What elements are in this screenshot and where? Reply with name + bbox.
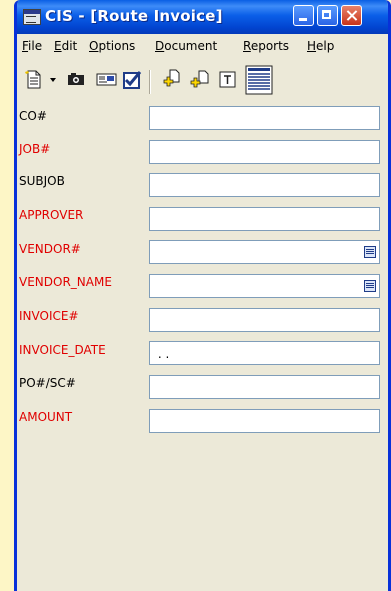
menu-document-accel: D	[155, 39, 165, 53]
menu-reports-accel: R	[243, 39, 251, 53]
menu-help-label: elp	[316, 39, 335, 53]
menu-help[interactable]: Help	[307, 39, 334, 53]
vendor-name-lookup-icon[interactable]	[364, 280, 376, 292]
menu-bar: File Edit Options Document Reports Help	[17, 34, 388, 58]
co-field[interactable]	[149, 106, 380, 130]
menu-edit-label: dit	[61, 39, 78, 53]
maximize-button[interactable]	[317, 5, 338, 26]
invoice-date-label: INVOICE_DATE	[19, 343, 106, 357]
menu-options[interactable]: Options	[89, 39, 135, 53]
po-sc-label: PO#/SC#	[19, 376, 76, 390]
vendor-name-field[interactable]	[149, 274, 380, 298]
subjob-field[interactable]	[149, 173, 380, 197]
amount-field[interactable]	[149, 409, 380, 433]
menu-file-label: ile	[28, 39, 43, 53]
toolbar	[17, 60, 388, 104]
new-document-icon[interactable]	[23, 68, 45, 90]
minimize-button[interactable]	[293, 5, 314, 26]
menu-help-accel: H	[307, 39, 317, 53]
amount-label: AMOUNT	[19, 410, 73, 424]
invoice-date-field[interactable]: . .	[149, 341, 380, 365]
menu-edit[interactable]: Edit	[54, 39, 77, 53]
co-label: CO#	[19, 109, 47, 123]
approver-field[interactable]	[149, 207, 380, 231]
app-window-icon[interactable]	[23, 9, 41, 25]
invoice-number-label: INVOICE#	[19, 309, 79, 323]
job-field[interactable]	[149, 140, 380, 164]
toolbar-separator	[149, 70, 151, 94]
approver-label: APPROVER	[19, 208, 84, 222]
add-document-icon[interactable]	[161, 68, 183, 90]
menu-reports[interactable]: Reports	[243, 39, 289, 53]
menu-options-label: ptions	[98, 39, 136, 53]
subjob-label: SUBJOB	[19, 174, 65, 188]
vendor-name-label: VENDOR_NAME	[19, 275, 112, 289]
dropdown-arrow-icon[interactable]	[47, 68, 59, 90]
text-icon[interactable]	[217, 68, 239, 90]
route-invoice-window: CIS - [Route Invoice] File Edit Options …	[14, 0, 391, 591]
menu-document-label: ocument	[164, 39, 218, 53]
invoice-number-field[interactable]	[149, 308, 380, 332]
list-view-icon[interactable]	[245, 65, 273, 95]
window-title: CIS - [Route Invoice]	[45, 7, 223, 25]
vendor-number-field[interactable]	[149, 240, 380, 264]
menu-reports-label: eports	[250, 39, 290, 53]
menu-file[interactable]: File	[22, 39, 42, 53]
vendor-number-lookup-icon[interactable]	[364, 246, 376, 258]
add-page-icon[interactable]	[189, 68, 211, 90]
menu-document[interactable]: Document	[155, 39, 217, 53]
title-bar[interactable]: CIS - [Route Invoice]	[17, 0, 388, 34]
vendor-number-label: VENDOR#	[19, 242, 81, 256]
card-icon[interactable]	[95, 68, 117, 90]
close-button[interactable]	[341, 5, 362, 26]
menu-edit-accel: E	[54, 39, 62, 53]
po-sc-field[interactable]	[149, 375, 380, 399]
job-label: JOB#	[19, 142, 51, 156]
checkbox-icon[interactable]	[121, 68, 143, 90]
camera-icon[interactable]	[65, 68, 87, 90]
